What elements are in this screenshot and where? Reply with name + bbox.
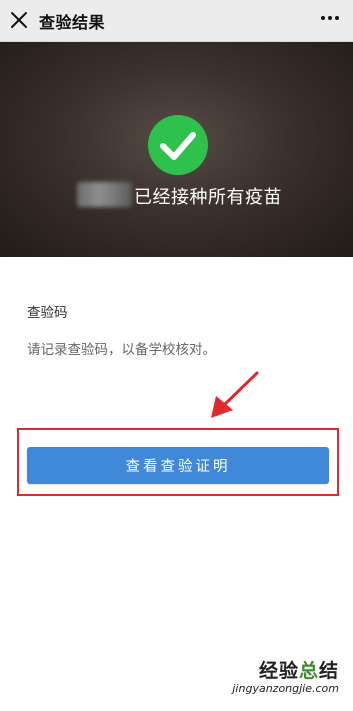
watermark-prefix: 经验 [258, 660, 299, 682]
vaccination-status: 已经接种所有疫苗 [134, 187, 282, 208]
close-icon[interactable] [9, 10, 29, 30]
watermark-url: jingyanzongjie.com [232, 682, 339, 695]
result-banner: 已经接种所有疫苗 [0, 42, 353, 257]
annotation-arrow-icon [211, 371, 259, 418]
watermark-accent: 总 [298, 660, 319, 682]
watermark-suffix: 结 [318, 660, 339, 682]
view-certificate-button[interactable]: 查看查验证明 [27, 447, 329, 484]
verification-code-hint: 请记录查验码，以备学校核对。 [27, 342, 216, 358]
redacted-name [77, 182, 132, 207]
watermark: 经验总结 jingyanzongjie.com [232, 660, 339, 696]
more-icon[interactable] [319, 8, 341, 28]
page-title: 查验结果 [39, 13, 106, 32]
top-bar: 查验结果 [0, 0, 353, 42]
checkmark-circle-icon [148, 115, 208, 175]
watermark-logo: 经验总结 [232, 660, 339, 682]
verification-code-label: 查验码 [27, 305, 68, 321]
